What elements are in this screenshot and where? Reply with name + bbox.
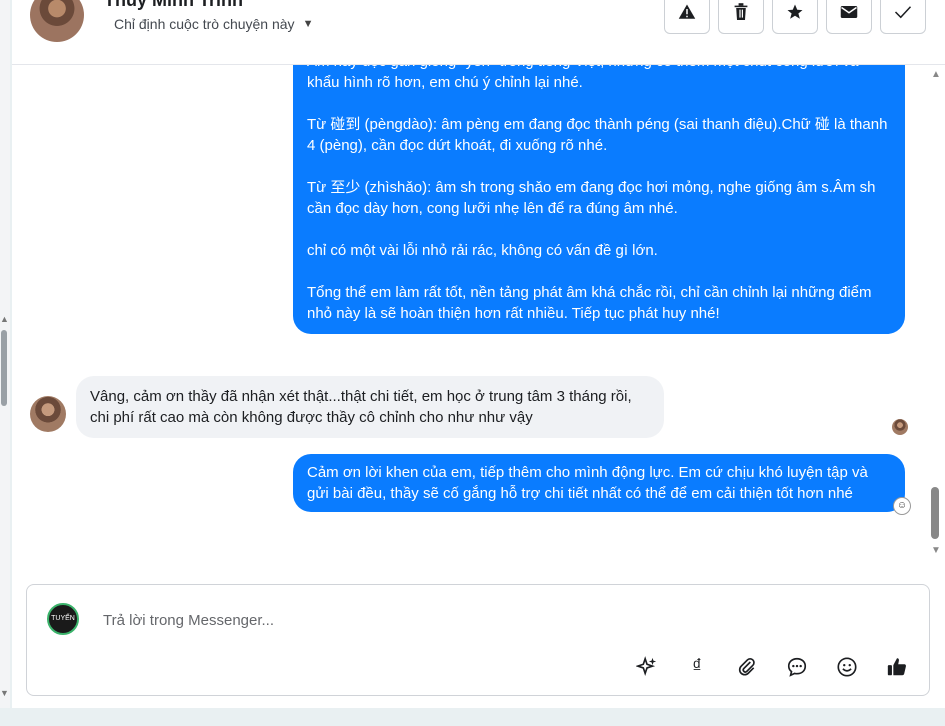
scroll-down-arrow-icon[interactable]: ▼ [931, 545, 941, 556]
warning-icon [678, 4, 696, 19]
caret-down-icon: ▼ [302, 18, 314, 30]
message-paragraph: chỉ có một vài lỗi nhỏ rải rác, không có… [307, 242, 658, 259]
star-button[interactable] [772, 0, 818, 34]
chat-bubble-icon [787, 657, 807, 677]
conversation-header: Thúy Minh Trinh Chỉ định cuộc trò chuyện… [12, 0, 945, 65]
left-panel-scrollbar[interactable]: ▲ ▼ [0, 0, 10, 708]
emoji-button[interactable] [833, 653, 861, 681]
seen-status-icon: ☺ [893, 497, 911, 515]
message-bubble-incoming[interactable]: Vâng, cảm ơn thầy đã nhận xét thật...thậ… [76, 376, 664, 438]
scroll-up-arrow-icon[interactable]: ▲ [0, 314, 9, 324]
mark-unread-button[interactable] [826, 0, 872, 34]
saved-replies-button[interactable] [783, 653, 811, 681]
scroll-up-arrow-icon[interactable]: ▲ [931, 69, 941, 80]
read-receipt-avatar [892, 419, 908, 435]
trash-icon [734, 3, 748, 20]
conversation-window: Thúy Minh Trinh Chỉ định cuộc trò chuyện… [12, 0, 945, 708]
message-text: Vâng, cảm ơn thầy đã nhận xét thật...thậ… [90, 388, 632, 426]
message-list-scrollbar[interactable]: ▲ ▼ [927, 65, 945, 570]
assign-label: Chỉ định cuộc trò chuyện này [114, 16, 295, 32]
contact-avatar[interactable] [30, 0, 84, 42]
message-paragraph: Tổng thể em làm rất tốt, nền tảng phát â… [307, 284, 872, 322]
message-paragraph: Âm này đọc gần giống "yên" trong tiếng V… [307, 65, 858, 91]
message-bubble-outgoing[interactable]: Âm này đọc gần giống "yên" trong tiếng V… [293, 65, 905, 334]
paperclip-icon [738, 657, 755, 676]
sender-avatar[interactable] [30, 396, 66, 432]
scrollbar-thumb[interactable] [1, 330, 7, 406]
message-bubble-outgoing[interactable]: Cảm ơn lời khen của em, tiếp thêm cho mì… [293, 454, 905, 512]
contact-name[interactable]: Thúy Minh Trinh [104, 0, 243, 11]
currency-button[interactable]: ₫ [683, 653, 711, 681]
smiley-icon [837, 657, 857, 677]
reply-composer: TUYẾN ₫ [26, 584, 930, 696]
delete-button[interactable] [718, 0, 764, 34]
dong-icon: ₫ [692, 656, 702, 677]
scroll-down-arrow-icon[interactable]: ▼ [0, 688, 9, 698]
thumbs-up-icon [887, 658, 906, 676]
message-paragraph: Từ 至少 (zhìshǎo): âm sh trong shǎo em đan… [307, 179, 876, 217]
message-paragraph: Từ 碰到 (pèngdào): âm pèng em đang đọc thà… [307, 116, 888, 154]
check-icon [894, 6, 912, 19]
reply-input[interactable] [101, 607, 865, 633]
assign-conversation-dropdown[interactable]: Chỉ định cuộc trò chuyện này ▼ [114, 16, 313, 32]
page-avatar: TUYẾN [47, 603, 79, 635]
like-button[interactable] [883, 653, 911, 681]
message-list[interactable]: Âm này đọc gần giống "yên" trong tiếng V… [12, 65, 927, 570]
star-icon [787, 4, 803, 19]
report-button[interactable] [664, 0, 710, 34]
envelope-icon [840, 6, 858, 18]
message-text: Cảm ơn lời khen của em, tiếp thêm cho mì… [307, 464, 868, 502]
sparkle-icon [636, 656, 657, 677]
ai-assist-button[interactable] [633, 653, 661, 681]
scrollbar-thumb[interactable] [931, 487, 939, 539]
done-button[interactable] [880, 0, 926, 34]
attach-button[interactable] [733, 653, 761, 681]
